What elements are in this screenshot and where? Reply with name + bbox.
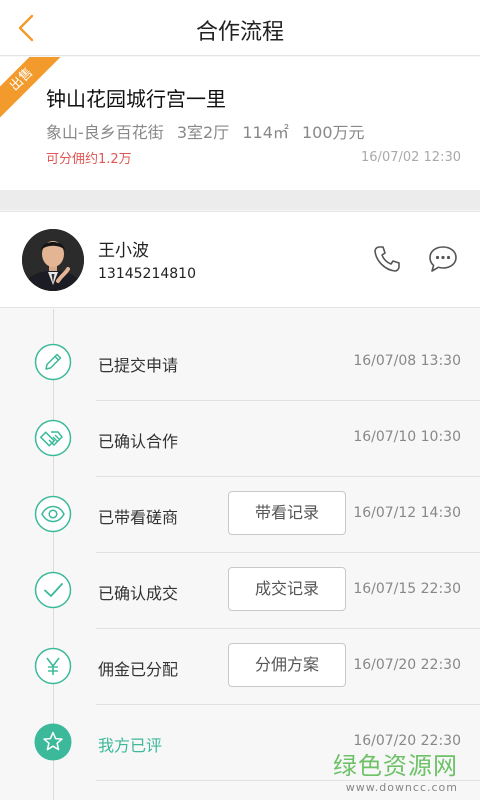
chat-icon[interactable] bbox=[426, 242, 460, 276]
star-icon bbox=[34, 723, 72, 761]
listing-details: 象山-良乡百花街 3室2厅 114㎡ 100万元 bbox=[46, 119, 373, 143]
phone-icon[interactable] bbox=[370, 242, 404, 276]
step-date: 16/07/15 22:30 bbox=[353, 581, 461, 597]
step-viewing-negotiation: 已带看磋商 带看记录 16/07/12 14:30 bbox=[0, 477, 480, 553]
listing-location: 象山-良乡百花街 bbox=[46, 123, 164, 142]
yen-icon bbox=[34, 647, 72, 685]
step-label: 已提交申请 bbox=[98, 356, 179, 375]
commission-plan-button[interactable]: 分佣方案 bbox=[228, 643, 346, 687]
listing-card[interactable]: 出售 钟山花园城行宫一里 象山-良乡百花街 3室2厅 114㎡ 100万元 可分… bbox=[0, 57, 480, 190]
step-commission-distributed: 佣金已分配 分佣方案 16/07/20 22:30 bbox=[0, 629, 480, 705]
agent-phone: 13145214810 bbox=[98, 266, 196, 282]
check-icon bbox=[34, 571, 72, 609]
agent-card: 王小波 13145214810 bbox=[0, 211, 480, 308]
watermark: 绿色资源网 www.downcc.com bbox=[333, 746, 458, 794]
listing-price: 100万元 bbox=[301, 123, 365, 142]
step-label: 已确认成交 bbox=[98, 584, 179, 603]
listing-date: 16/07/02 12:30 bbox=[361, 150, 461, 165]
step-cooperation-confirmed: 已确认合作 16/07/10 10:30 bbox=[0, 401, 480, 477]
step-date: 16/07/08 13:30 bbox=[353, 353, 461, 369]
step-date: 16/07/20 22:30 bbox=[353, 657, 461, 673]
step-date: 16/07/12 14:30 bbox=[353, 505, 461, 521]
avatar[interactable] bbox=[22, 229, 84, 291]
viewing-records-button[interactable]: 带看记录 bbox=[228, 491, 346, 535]
watermark-url: www.downcc.com bbox=[345, 781, 458, 794]
step-label: 已确认合作 bbox=[98, 432, 179, 451]
listing-name: 钟山花园城行宫一里 bbox=[46, 87, 226, 111]
watermark-main: 绿色资源网 bbox=[333, 752, 458, 780]
page-title: 合作流程 bbox=[195, 20, 284, 45]
step-label: 我方已评 bbox=[98, 736, 163, 755]
agent-name: 王小波 bbox=[98, 241, 149, 261]
listing-commission: 可分佣约1.2万 bbox=[46, 152, 132, 167]
eye-icon bbox=[34, 495, 72, 533]
process-timeline: 已提交申请 16/07/08 13:30 已确认合作 16/07/10 10:3… bbox=[0, 309, 480, 800]
step-submitted: 已提交申请 16/07/08 13:30 bbox=[0, 325, 480, 401]
handshake-icon bbox=[34, 419, 72, 457]
step-label: 佣金已分配 bbox=[98, 660, 179, 679]
pencil-icon bbox=[34, 343, 72, 381]
step-label: 已带看磋商 bbox=[98, 508, 179, 527]
section-gap bbox=[0, 190, 480, 210]
step-deal-confirmed: 已确认成交 成交记录 16/07/15 22:30 bbox=[0, 553, 480, 629]
step-date: 16/07/10 10:30 bbox=[353, 429, 461, 445]
listing-area: 114㎡ bbox=[242, 123, 289, 142]
deal-records-button[interactable]: 成交记录 bbox=[228, 567, 346, 611]
listing-layout: 3室2厅 bbox=[176, 123, 230, 142]
top-bar: 合作流程 bbox=[0, 0, 480, 56]
